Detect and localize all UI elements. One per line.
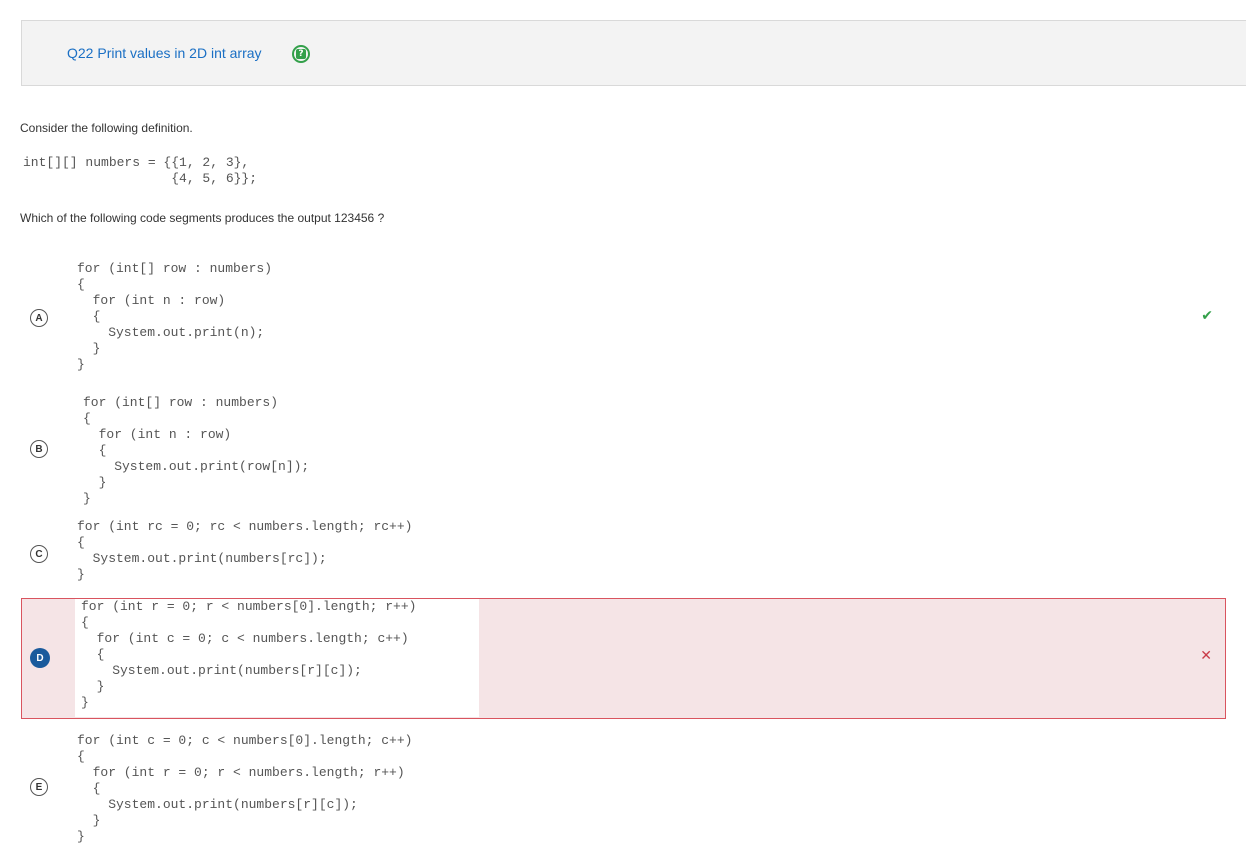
choice-e-radio[interactable]: E: [30, 778, 48, 796]
choice-c-radio[interactable]: C: [30, 545, 48, 563]
choice-a-radio[interactable]: A: [30, 309, 48, 327]
choice-b[interactable]: B for (int[] row : numbers) { for (int n…: [21, 393, 1226, 509]
choice-a-code: for (int[] row : numbers) { for (int n :…: [77, 261, 273, 372]
choice-a[interactable]: A for (int[] row : numbers) { for (int n…: [21, 259, 1226, 375]
choice-b-radio[interactable]: B: [30, 440, 48, 458]
choice-e[interactable]: E for (int c = 0; c < numbers[0].length;…: [21, 731, 1226, 847]
choice-b-code: for (int[] row : numbers) { for (int n :…: [83, 395, 310, 506]
choice-c[interactable]: C for (int rc = 0; rc < numbers.length; …: [21, 517, 1226, 585]
definition-code: int[][] numbers = {{1, 2, 3}, {4, 5, 6}}…: [23, 155, 258, 186]
choice-d[interactable]: D for (int r = 0; r < numbers[0].length;…: [21, 598, 1226, 719]
check-icon: ✔: [1201, 308, 1213, 324]
question-header: Q22 Print values in 2D int array ?: [21, 20, 1246, 86]
choice-d-radio[interactable]: D: [31, 649, 49, 667]
question-title: Q22 Print values in 2D int array: [67, 45, 262, 61]
question-text: Which of the following code segments pro…: [20, 211, 385, 225]
cross-icon: ✕: [1200, 648, 1212, 664]
prompt-intro: Consider the following definition.: [20, 121, 193, 135]
choice-d-code: for (int r = 0; r < numbers[0].length; r…: [75, 599, 479, 717]
question-help-icon[interactable]: ?: [292, 45, 310, 63]
choice-c-code: for (int rc = 0; rc < numbers.length; rc…: [77, 519, 413, 582]
choice-e-code: for (int c = 0; c < numbers[0].length; c…: [77, 733, 413, 844]
